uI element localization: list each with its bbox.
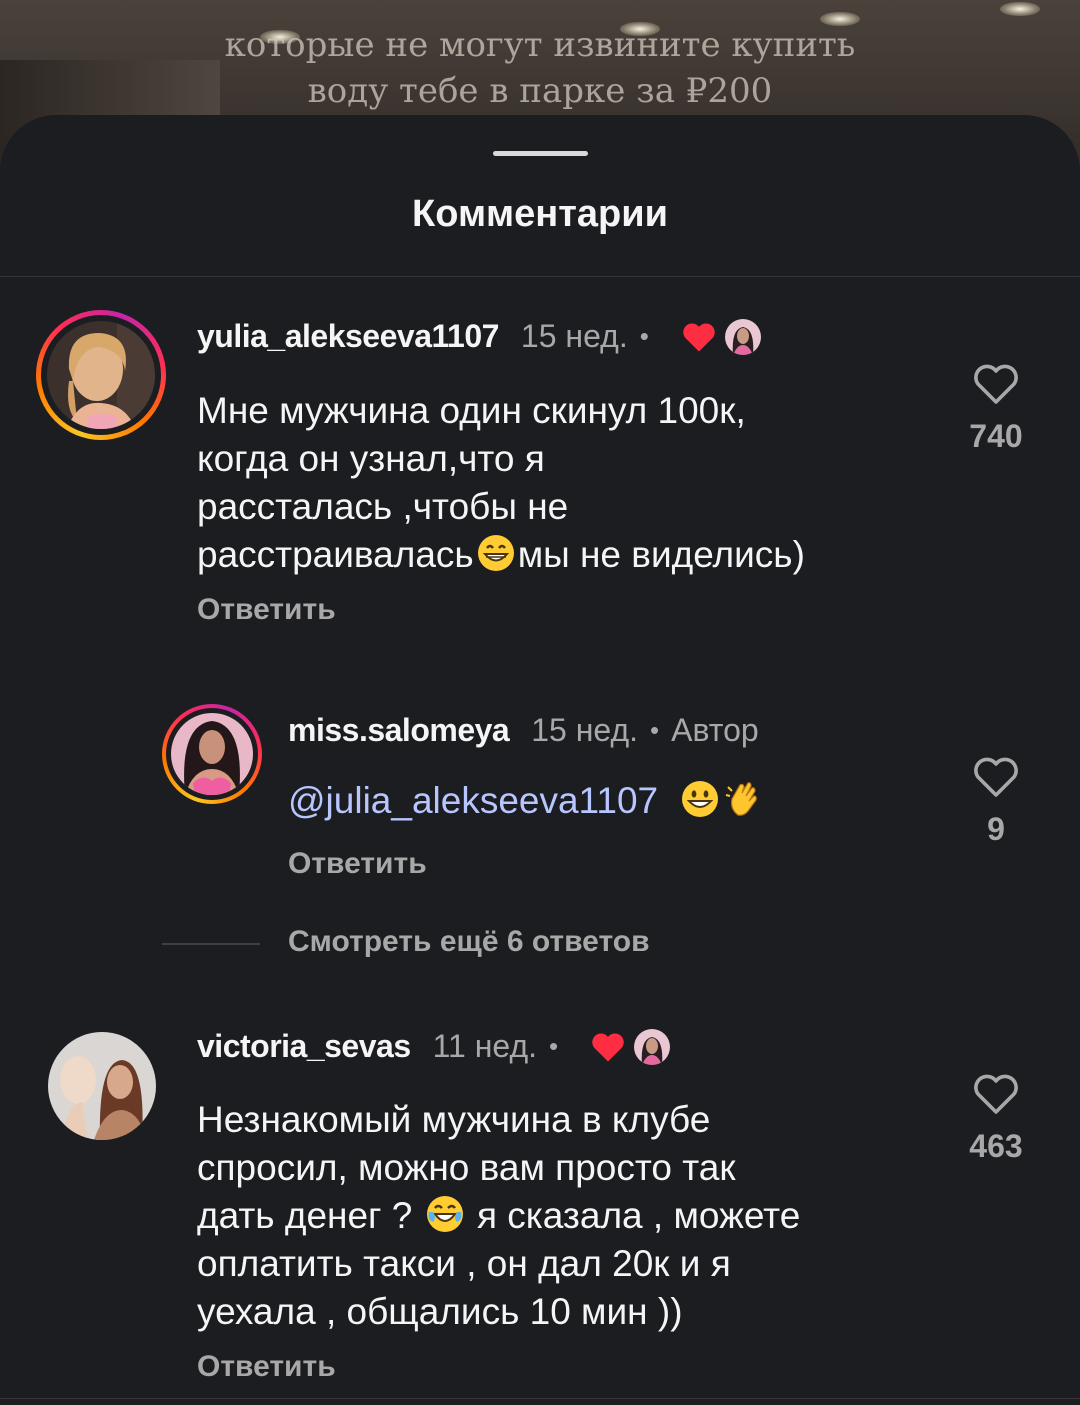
reply-button[interactable]: Ответить (197, 593, 336, 627)
author-liked-heart-icon (592, 1032, 624, 1062)
avatar-story-ring[interactable] (36, 310, 166, 440)
like-count: 740 (969, 418, 1023, 454)
author-liked-heart-icon (683, 322, 715, 352)
like-count: 463 (969, 1128, 1023, 1164)
author-mini-avatar (724, 318, 761, 355)
sheet-divider (0, 276, 1080, 277)
bottom-divider (0, 1398, 1080, 1399)
like-count: 9 (987, 811, 1005, 847)
view-more-replies-button[interactable]: Смотреть ещё 6 ответов (288, 925, 650, 959)
reply-button[interactable]: Ответить (288, 847, 427, 881)
comment-time: 15 нед. (531, 712, 639, 748)
comment-username[interactable]: miss.salomeya (288, 712, 510, 749)
author-label: Автор (671, 712, 759, 748)
comment-text: Незнакомый мужчина в клубе спросил, можн… (197, 1096, 800, 1336)
comment-text-line: дать денег ? я сказала , можете (197, 1195, 801, 1236)
avatar (171, 713, 253, 795)
author-mini-avatar (634, 1028, 671, 1065)
comment-time: 15 нед. (520, 318, 628, 354)
video-caption-line-2: воду тебе в парке за ₽200 (307, 71, 773, 111)
comment-text-line: оплатить такси , он дал 20к и я (197, 1243, 731, 1284)
comment-text-line: уехала , общались 10 мин )) (197, 1291, 683, 1332)
comment-meta: victoria_sevas 11 нед. • (197, 1028, 671, 1065)
comment-text: @julia_alekseeva1107 (288, 777, 766, 825)
mention-link[interactable]: @julia_alekseeva1107 (288, 780, 658, 821)
comment-text-line: Мне мужчина один скинул 100к, (197, 390, 746, 431)
comment-meta: miss.salomeya 15 нед. • Автор (288, 712, 759, 749)
avatar (47, 321, 155, 429)
video-caption-line-1: которые не могут извините купить (224, 25, 856, 65)
ceiling-light (1000, 2, 1040, 16)
comment-meta: yulia_alekseeva1107 15 нед. • (197, 318, 761, 355)
face-with-tears-of-joy-icon (426, 1196, 463, 1232)
avatar[interactable] (48, 1032, 156, 1140)
comment-text-line: рассталась ,чтобы не (197, 486, 569, 527)
comment-username[interactable]: yulia_alekseeva1107 (197, 318, 499, 355)
clapping-hands-icon (726, 782, 758, 816)
comment-text-line: когда он узнал,что я (197, 438, 545, 479)
grinning-face-with-smiling-eyes-icon (477, 535, 514, 571)
like-button[interactable]: 463 (956, 1072, 1036, 1165)
separator-dot: • (639, 321, 649, 351)
comment-time: 11 нед. (432, 1028, 538, 1064)
reply-button[interactable]: Ответить (197, 1350, 336, 1384)
like-button[interactable]: 9 (956, 755, 1036, 848)
heart-outline-icon (974, 1074, 1018, 1114)
comment-username[interactable]: victoria_sevas (197, 1028, 411, 1065)
separator-dot: • (650, 715, 660, 745)
comment-text-line: расстраивалась мы не виделись) (197, 534, 805, 575)
heart-outline-icon (974, 757, 1018, 797)
separator-dot: • (549, 1031, 559, 1061)
comment-text: Мне мужчина один скинул 100к, когда он у… (197, 387, 805, 579)
like-button[interactable]: 740 (956, 362, 1036, 455)
comment-text-line: спросил, можно вам просто так (197, 1147, 736, 1188)
grinning-face-icon (682, 781, 719, 817)
avatar-story-ring[interactable] (162, 704, 262, 804)
view-more-line (162, 943, 260, 945)
comment-text-line: Незнакомый мужчина в клубе (197, 1099, 711, 1140)
sheet-grabber[interactable] (493, 151, 588, 156)
sheet-title: Комментарии (412, 193, 668, 235)
heart-outline-icon (974, 364, 1018, 404)
